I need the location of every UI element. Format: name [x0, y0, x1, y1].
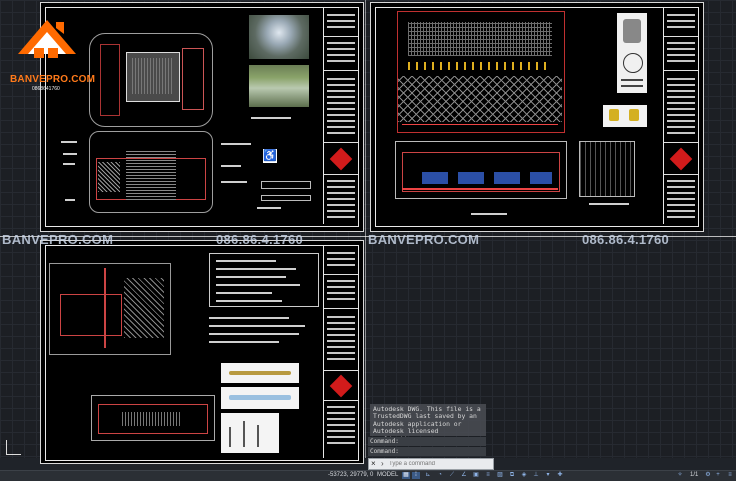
customization-menu-icon[interactable]: ≡: [726, 472, 734, 479]
selection-cycling-icon[interactable]: ⧉: [508, 472, 516, 479]
3d-osnap-icon[interactable]: ◈: [520, 472, 528, 479]
lineweight-icon[interactable]: ≡: [484, 472, 492, 479]
sheet-3-elevation: [91, 395, 215, 441]
workspace-gear-icon[interactable]: ⚙: [704, 472, 712, 479]
sheet-2-fountain-elevation: [397, 11, 565, 133]
ortho-icon[interactable]: ⊾: [424, 472, 432, 479]
sheet-3-logo-mark: [329, 374, 353, 398]
sheet-2-logo-mark: [669, 147, 693, 171]
sheet-3-nozzle-image: [221, 413, 279, 453]
polar-icon[interactable]: ◔: [436, 472, 444, 479]
cursor-coordinates[interactable]: -53723, 29779, 0: [328, 472, 373, 478]
grid-icon[interactable]: ▦: [402, 472, 410, 479]
command-history-message: Autodesk DWG. This file is a TrustedDWG …: [370, 404, 486, 442]
watermark-phone-right: 086.86.4.1760: [582, 232, 670, 247]
watermark-brand-right: BANVEPRO.COM: [368, 232, 480, 247]
sheet-3-pipe-image-1: [221, 363, 299, 383]
sheet-3-table: [209, 253, 319, 307]
close-icon[interactable]: ×: [371, 459, 376, 468]
sheet-1-site-plan: [89, 33, 213, 127]
command-prompt-icon: ›: [381, 459, 384, 468]
sheet-3-title-block: [323, 246, 358, 458]
selection-filter-icon[interactable]: ▾: [544, 472, 552, 479]
dynamic-ucs-icon[interactable]: ⊥: [532, 472, 540, 479]
annotation-scale[interactable]: 1/1: [690, 472, 698, 478]
command-line[interactable]: × ›: [368, 458, 494, 470]
brand-logo: BANVEPRO.COM 0868641760: [10, 14, 104, 94]
sheet-3-detail-section: [49, 263, 171, 355]
sheet-2-nozzle-card: [617, 13, 647, 93]
viewport-divider-v: [365, 0, 366, 458]
sheet-1-logo-mark: [329, 147, 353, 171]
command-history-line-2: Command:: [368, 447, 486, 456]
fountain-photo-2: [249, 65, 309, 107]
layout-tab-area[interactable]: [0, 471, 40, 480]
sheet-1-section: [89, 131, 213, 213]
status-bar: -53723, 29779, 0 MODEL ▦ ⁞ ⊾ ◔ ⟋ ∠ ▣ ≡ ▨…: [0, 470, 736, 481]
gizmo-icon[interactable]: ✚: [556, 472, 564, 479]
watermark-brand-left: BANVEPRO.COM: [2, 232, 114, 247]
object-snap-icon[interactable]: ▣: [472, 472, 480, 479]
drawing-sheet-2[interactable]: [370, 2, 704, 232]
transparency-icon[interactable]: ▨: [496, 472, 504, 479]
model-space-viewport[interactable]: ♿ BANVEPRO.COM 0868641760 BANVEPRO.COM 0…: [0, 0, 736, 464]
annotation-visibility-icon[interactable]: ✧: [676, 472, 684, 479]
sheet-3-pipe-image-2: [221, 387, 299, 409]
sheet-1-title-block: [323, 8, 358, 224]
object-snap-tracking-icon[interactable]: ∠: [460, 472, 468, 479]
brand-name: BANVEPRO.COM: [10, 74, 96, 85]
drawing-sheet-3[interactable]: [40, 240, 364, 464]
house-logo-icon: [18, 20, 76, 58]
watermark-phone-left: 086.86.4.1760: [216, 232, 304, 247]
sheet-2-section-elevation: [395, 141, 567, 199]
model-space-toggle[interactable]: MODEL: [377, 472, 398, 478]
sheet-2-detail-box: [579, 141, 635, 197]
sheet-2-nozzle-photo: [603, 105, 647, 127]
isodraft-icon[interactable]: ⟋: [448, 472, 456, 479]
wheelchair-icon: ♿: [263, 149, 277, 163]
sheet-2-title-block: [663, 8, 698, 224]
snap-icon[interactable]: ⁞: [412, 472, 420, 479]
command-history-line-1: Command:: [368, 437, 486, 446]
fountain-photo-1: [249, 15, 309, 59]
ucs-icon: [6, 440, 21, 455]
brand-phone: 0868641760: [32, 86, 60, 92]
plus-icon[interactable]: +: [714, 472, 722, 479]
command-input[interactable]: [389, 460, 489, 468]
